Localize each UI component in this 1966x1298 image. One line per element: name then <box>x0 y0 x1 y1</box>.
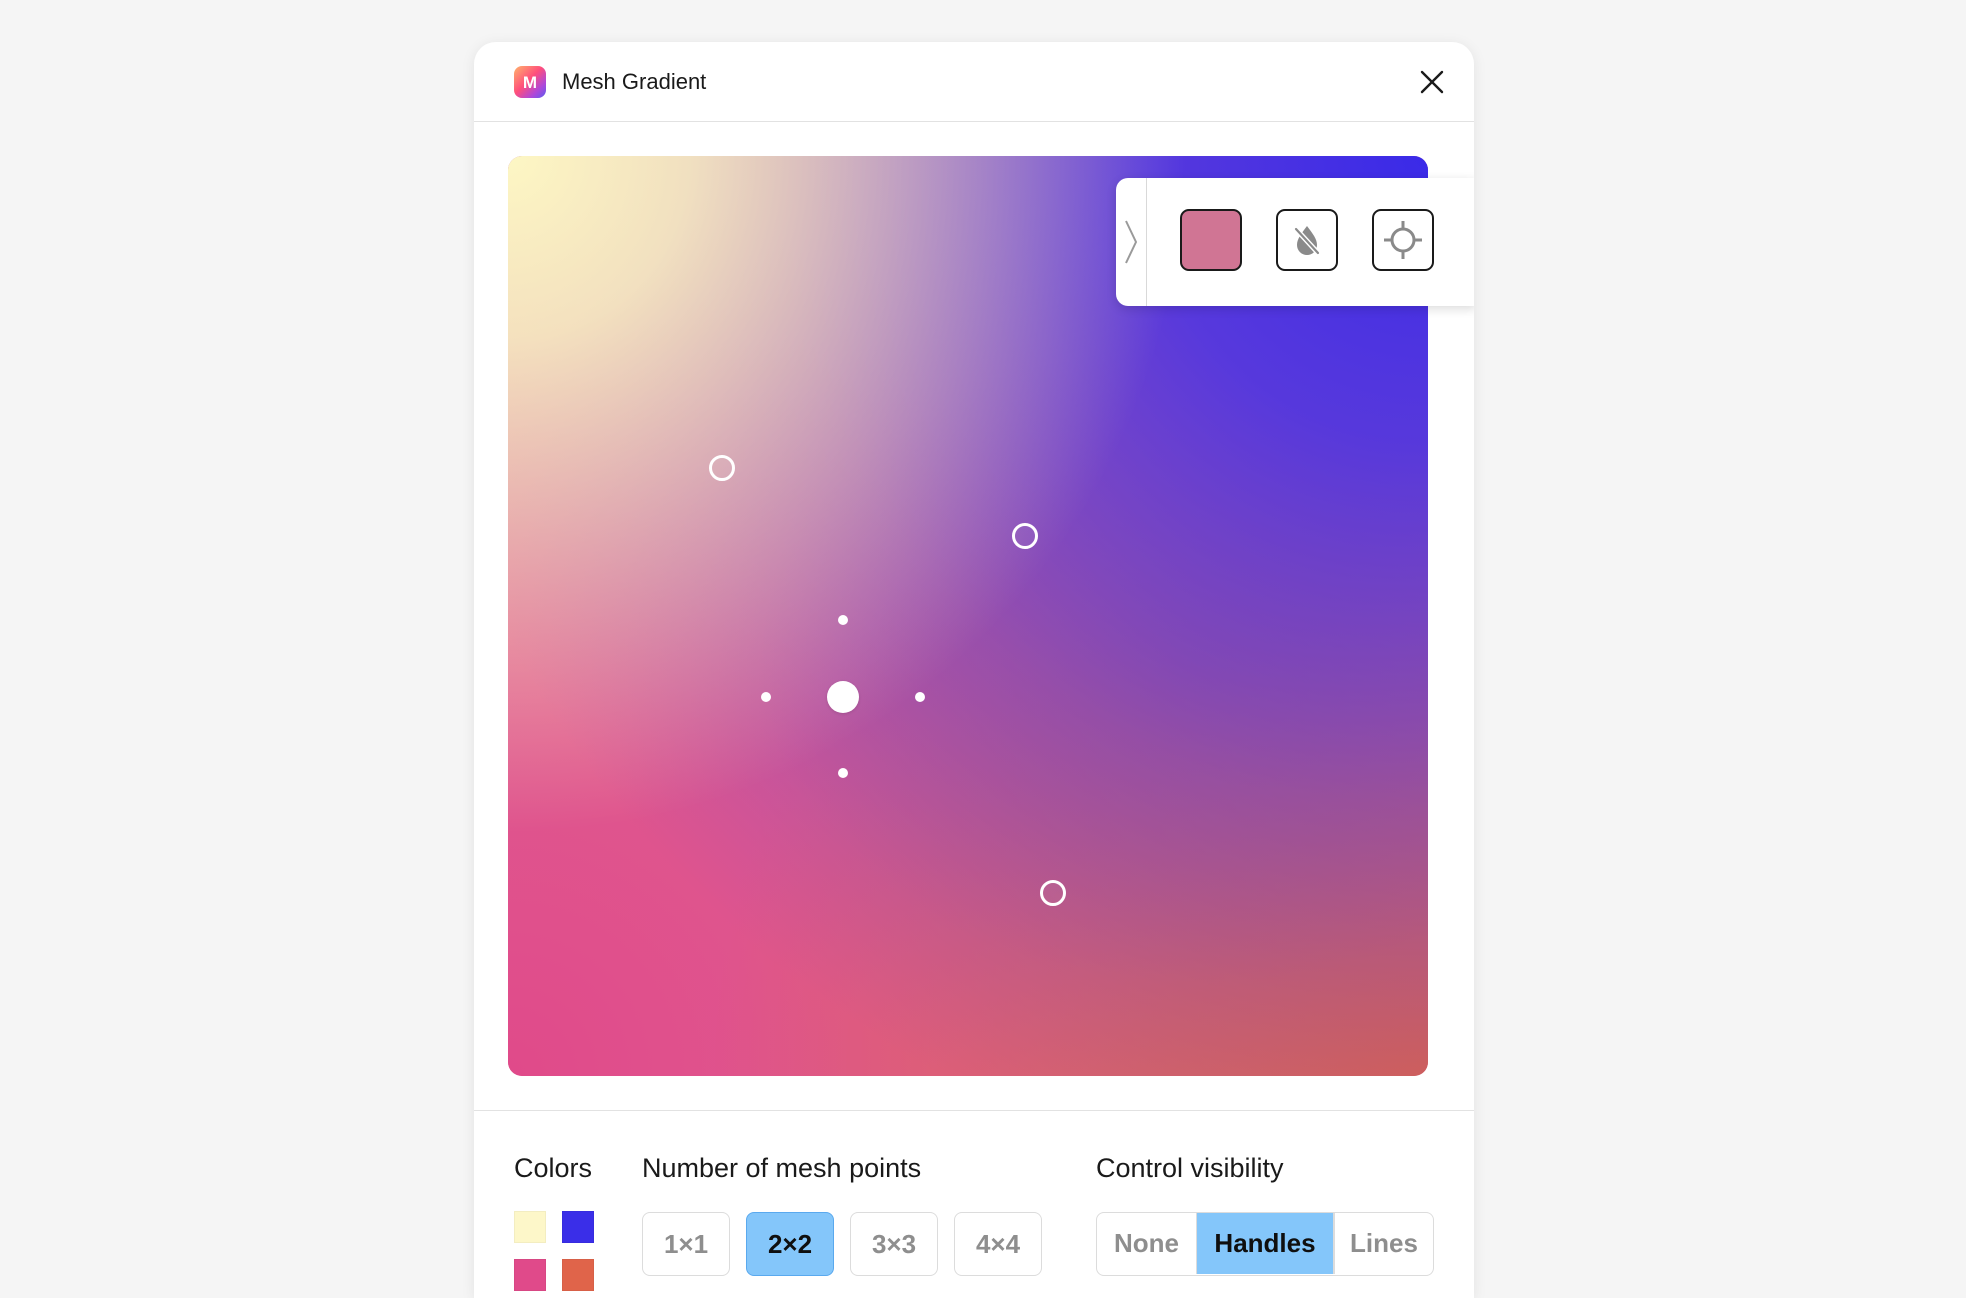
mesh-points-label: Number of mesh points <box>642 1153 922 1183</box>
mesh-gradient-window: M Mesh Gradient Colors Number of mesh po… <box>474 42 1474 1298</box>
color-chip-bottom-right[interactable] <box>562 1259 594 1291</box>
tangent-handle-top[interactable] <box>838 615 848 625</box>
point-color-swatch[interactable] <box>1180 209 1242 271</box>
colors-label: Colors <box>514 1153 593 1183</box>
chevron-right-icon <box>1125 220 1137 264</box>
app-logo-icon: M <box>514 66 546 98</box>
tangent-handle-bottom[interactable] <box>838 768 848 778</box>
color-chip-bottom-left[interactable] <box>514 1259 546 1291</box>
mesh-option-1x1[interactable]: 1×1 <box>642 1212 730 1276</box>
opacity-toggle-button[interactable] <box>1276 209 1338 271</box>
locate-point-button[interactable] <box>1372 209 1434 271</box>
visibility-option-none[interactable]: None <box>1097 1213 1196 1274</box>
tangent-handle-left[interactable] <box>761 692 771 702</box>
point-toolbar <box>1116 178 1474 306</box>
mesh-point-center-selected[interactable] <box>827 681 859 713</box>
visibility-option-lines[interactable]: Lines <box>1334 1213 1433 1274</box>
color-chip-top-left[interactable] <box>514 1211 546 1243</box>
mesh-option-4x4[interactable]: 4×4 <box>954 1212 1042 1276</box>
app-icon-letter: M <box>522 72 538 92</box>
mesh-point-top-right[interactable] <box>1012 523 1038 549</box>
close-icon <box>1420 70 1444 94</box>
mesh-point-top-left[interactable] <box>709 455 735 481</box>
color-chip-top-right[interactable] <box>562 1211 594 1243</box>
opacity-off-icon <box>1293 226 1321 256</box>
visibility-option-handles[interactable]: Handles <box>1197 1213 1333 1274</box>
close-button[interactable] <box>1416 66 1448 98</box>
mesh-option-3x3[interactable]: 3×3 <box>850 1212 938 1276</box>
mesh-option-2x2[interactable]: 2×2 <box>746 1212 834 1276</box>
tangent-handle-right[interactable] <box>915 692 925 702</box>
divider <box>474 1110 1474 1111</box>
mesh-point-bottom-right[interactable] <box>1040 880 1066 906</box>
collapse-toolbar-button[interactable] <box>1116 178 1147 306</box>
title-bar: M Mesh Gradient <box>474 42 1474 122</box>
crosshair-icon <box>1384 221 1422 259</box>
window-title: Mesh Gradient <box>562 69 707 94</box>
control-visibility-segmented: None Handles Lines <box>1096 1212 1434 1276</box>
control-visibility-label: Control visibility <box>1096 1153 1284 1183</box>
